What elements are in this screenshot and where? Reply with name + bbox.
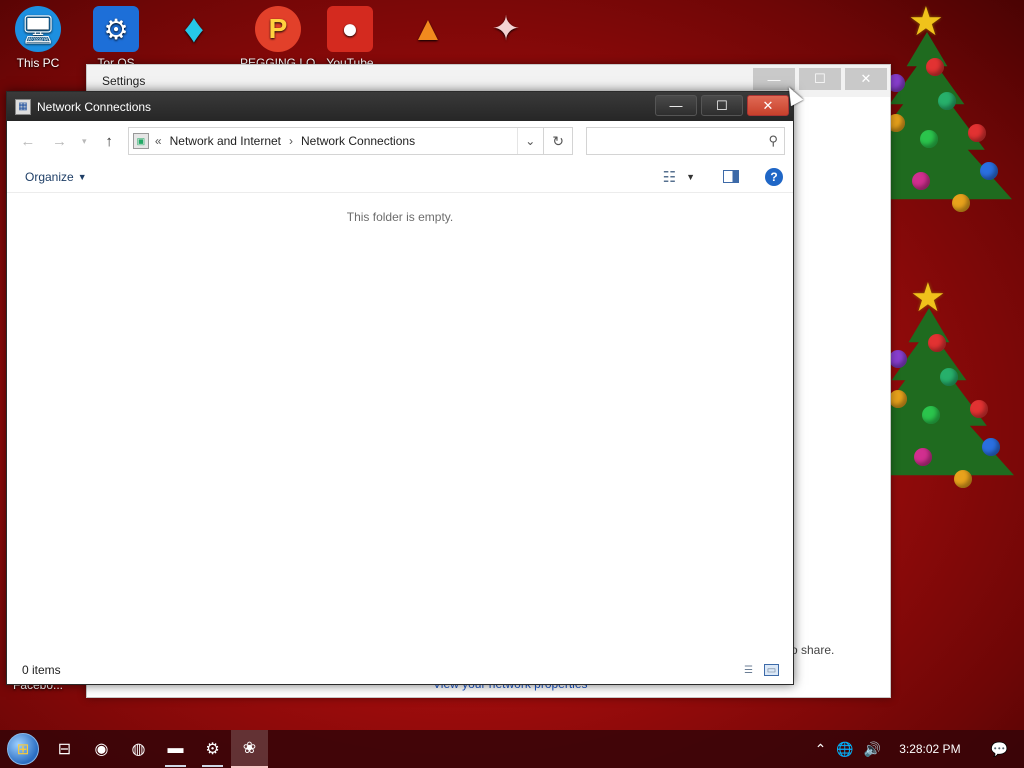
- breadcrumb-overflow-icon[interactable]: «: [155, 134, 162, 148]
- explorer-window-controls: — ☐ ✕: [655, 95, 789, 116]
- search-box[interactable]: ⚲: [586, 127, 786, 155]
- file-explorer-taskbar-button[interactable]: ▬: [157, 730, 194, 768]
- settings-taskbar-button[interactable]: ⚙: [194, 730, 231, 768]
- desktop-icon-settings[interactable]: ⚙ Tor OS: [84, 6, 148, 70]
- desktop-icon-this-pc[interactable]: 🖥 This PC: [6, 6, 70, 70]
- angry-birds-icon: ●: [327, 6, 373, 52]
- notifications-icon[interactable]: 💬: [991, 741, 1008, 758]
- desktop-icon-vlc[interactable]: ▲: [396, 6, 460, 56]
- back-arrow-icon[interactable]: ←: [15, 128, 41, 154]
- up-arrow-icon[interactable]: ↑: [96, 128, 122, 154]
- ornament-icon: [954, 470, 972, 488]
- desktop-icon-pegging[interactable]: P PEGGING LOL: [240, 6, 316, 70]
- navigation-bar: ← → ▾ ↑ ▣ « Network and Internet › Netwo…: [7, 121, 793, 161]
- details-view-icon[interactable]: ☰: [741, 664, 756, 676]
- firefox-taskbar-button[interactable]: ◍: [120, 730, 157, 768]
- breadcrumb-network-connections[interactable]: Network Connections: [301, 134, 415, 148]
- command-bar-right: ☷ ▼ ?: [663, 167, 783, 186]
- organize-label: Organize: [25, 169, 74, 184]
- desktop-icon-youtube[interactable]: ● YouTube: [318, 6, 382, 70]
- ornament-icon: [889, 350, 907, 368]
- ornament-icon: [914, 448, 932, 466]
- settings-close-button[interactable]: ✕: [845, 68, 887, 90]
- ornament-icon: [889, 390, 907, 408]
- address-bar[interactable]: ▣ « Network and Internet › Network Conne…: [127, 127, 544, 155]
- ornament-icon: [938, 92, 956, 110]
- network-connections-taskbar-button[interactable]: ❀: [231, 730, 268, 768]
- breadcrumb-network-and-internet[interactable]: Network and Internet: [170, 134, 281, 148]
- system-tray: ⌃ 🌐 🔊 3:28:02 PM 💬: [815, 741, 1024, 758]
- recent-locations-chevron-icon[interactable]: ▾: [78, 128, 90, 154]
- desktop-icon-gift[interactable]: ✦: [474, 6, 538, 56]
- address-dropdown-chevron-icon[interactable]: ⌄: [516, 128, 543, 154]
- empty-folder-message: This folder is empty.: [346, 210, 454, 224]
- breadcrumb-separator-icon[interactable]: ›: [289, 134, 293, 148]
- network-globe-icon[interactable]: 🌐: [836, 741, 853, 758]
- explorer-minimize-button[interactable]: —: [655, 95, 697, 116]
- settings-maximize-button[interactable]: ☐: [799, 68, 841, 90]
- taskbar-pinned-apps: ⊟ ◉ ◍ ▬ ⚙ ❀: [46, 730, 268, 768]
- file-list-area[interactable]: This folder is empty.: [7, 193, 793, 651]
- view-toggle-group: ☰ ▭: [741, 664, 779, 676]
- task-view-button[interactable]: ⊟: [46, 730, 83, 768]
- pegging-app-icon: P: [255, 6, 301, 52]
- network-connections-window[interactable]: ▦ Network Connections — ☐ ✕ ← → ▾ ↑ ▣ « …: [6, 91, 794, 685]
- refresh-icon[interactable]: ↻: [543, 127, 574, 155]
- taskbar: ⊞ ⊟ ◉ ◍ ▬ ⚙ ❀ ⌃ 🌐 🔊 3:28:02 PM 💬: [0, 730, 1024, 768]
- this-pc-icon: 🖥: [15, 6, 61, 52]
- chrome-taskbar-button[interactable]: ◉: [83, 730, 120, 768]
- ornament-icon: [982, 438, 1000, 456]
- network-connections-icon: ▦: [15, 98, 31, 115]
- ornament-icon: [926, 58, 944, 76]
- desktop-icon-label: This PC: [16, 56, 60, 70]
- volume-icon[interactable]: 🔊: [864, 741, 881, 758]
- search-input[interactable]: [587, 128, 785, 154]
- explorer-window-title: Network Connections: [37, 99, 152, 114]
- control-panel-icon: ▣: [132, 133, 149, 149]
- item-count: 0 items: [22, 663, 61, 677]
- command-bar: Organize ▼ ☷ ▼ ?: [7, 161, 793, 193]
- ornament-icon: [968, 124, 986, 142]
- ornament-icon: [980, 162, 998, 180]
- vlc-icon: ▲: [411, 9, 445, 48]
- gift-app-icon: ✦: [491, 10, 521, 48]
- help-icon[interactable]: ?: [765, 167, 783, 186]
- forward-arrow-icon[interactable]: →: [47, 128, 73, 154]
- gem-app-icon: ♦: [183, 6, 205, 51]
- ornament-icon: [952, 194, 970, 212]
- ornament-icon: [970, 400, 988, 418]
- explorer-maximize-button[interactable]: ☐: [701, 95, 743, 116]
- search-icon: ⚲: [768, 133, 779, 148]
- change-view-icon[interactable]: ☷: [663, 168, 676, 186]
- settings-window-controls: — ☐ ✕: [753, 68, 887, 90]
- settings-window-title: Settings: [102, 74, 146, 88]
- windows-logo-icon: ⊞: [7, 733, 39, 765]
- ornament-icon: [912, 172, 930, 190]
- view-options-chevron-down-icon[interactable]: ▼: [686, 172, 695, 182]
- preview-pane-icon[interactable]: [723, 170, 739, 183]
- ornament-icon: [920, 130, 938, 148]
- settings-app-icon: ⚙: [93, 6, 139, 52]
- show-hidden-icons-chevron-up-icon[interactable]: ⌃: [815, 741, 827, 758]
- explorer-close-button[interactable]: ✕: [747, 95, 789, 116]
- organize-chevron-down-icon: ▼: [77, 171, 87, 182]
- status-bar: 0 items ☰ ▭: [7, 656, 793, 684]
- ornament-icon: [928, 334, 946, 352]
- organize-menu-button[interactable]: Organize ▼: [25, 170, 87, 184]
- start-button[interactable]: ⊞: [0, 730, 46, 768]
- large-icons-view-icon[interactable]: ▭: [764, 664, 779, 676]
- clock[interactable]: 3:28:02 PM: [899, 742, 960, 756]
- settings-share-text: o share.: [791, 643, 835, 657]
- desktop-icon-gem[interactable]: ♦: [162, 6, 226, 56]
- ornament-icon: [922, 406, 940, 424]
- ornament-icon: [940, 368, 958, 386]
